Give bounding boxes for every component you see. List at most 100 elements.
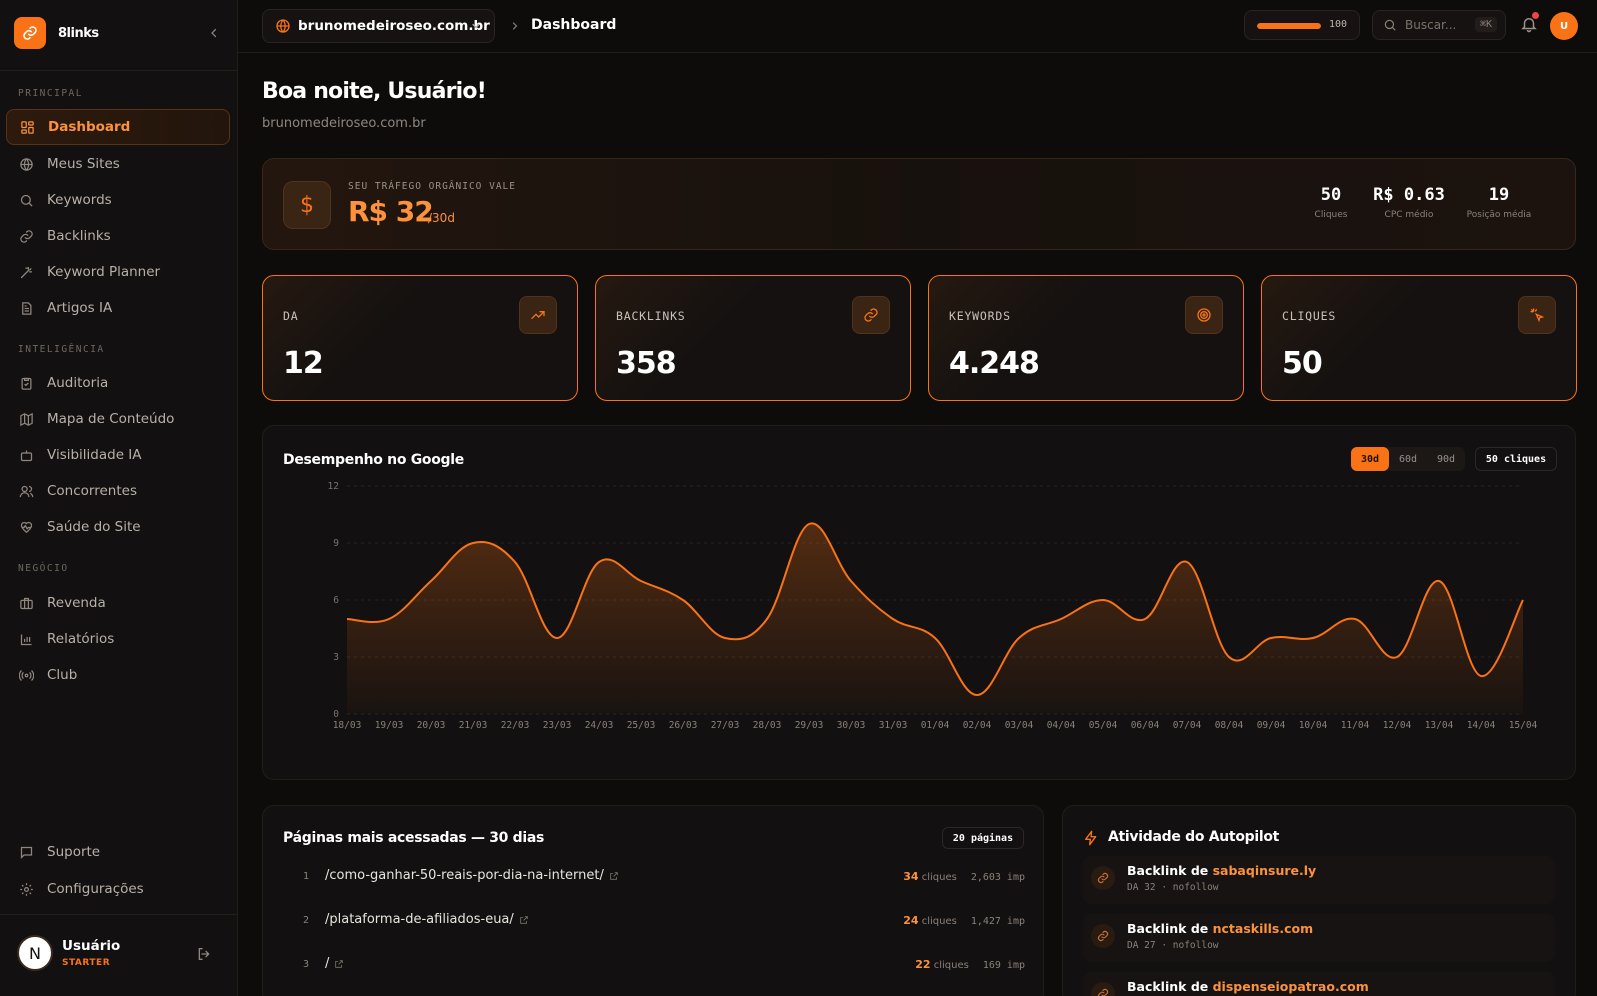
table-row[interactable]: 3 / 22 cliques 169 imp [283,956,1025,976]
sidebar-item-keyword-planner[interactable]: Keyword Planner [6,254,230,290]
sidebar-item-label: Revenda [47,595,106,611]
sidebar-item-auditoria[interactable]: Auditoria [6,365,230,401]
sidebar-item-artigos-ia[interactable]: Artigos IA [6,290,230,326]
metric-card-cliques[interactable]: CLIQUES 50 [1261,275,1577,401]
list-item[interactable]: Backlink de nctaskills.com DA 27 · nofol… [1083,914,1555,962]
sidebar-item-label: Meus Sites [47,156,120,172]
metric-label: CLIQUES [1282,309,1337,323]
stat-label: Posição média [1466,210,1532,220]
range-90d-button[interactable]: 90d [1427,447,1465,471]
sidebar-item-keywords[interactable]: Keywords [6,182,230,218]
search-input[interactable] [1405,18,1471,32]
chevron-down-icon [472,23,480,29]
range-60d-button[interactable]: 60d [1389,447,1427,471]
page-clicks: 24 [903,914,919,927]
activity-prefix: Backlink de [1127,921,1209,936]
list-item[interactable]: Backlink de dispenseiopatrao.com [1083,972,1555,996]
page-path-link[interactable]: / [325,956,344,971]
credits-value: 100 [1329,19,1348,30]
sidebar-item-relatorios[interactable]: Relatórios [6,621,230,657]
list-item[interactable]: Backlink de sabaqinsure.ly DA 32 · nofol… [1083,856,1555,904]
map-icon [18,411,34,427]
page-subtitle: brunomedeiroseo.com.br [262,116,426,131]
page-path-link[interactable]: /plataforma-de-afiliados-eua/ [325,912,529,927]
range-30d-button[interactable]: 30d [1351,447,1389,471]
sidebar-item-dashboard[interactable]: Dashboard [6,109,230,145]
page-rank: 3 [303,959,310,970]
bar-chart-icon [18,631,34,647]
x-tick-label: 04/04 [1047,720,1076,731]
metric-card-keywords[interactable]: KEYWORDS 4.248 [928,275,1244,401]
sidebar-item-mapa-de-conteudo[interactable]: Mapa de Conteúdo [6,401,230,437]
sidebar-item-label: Keyword Planner [47,264,161,280]
top-pages-title: Páginas mais acessadas — 30 dias [283,830,545,846]
nav-section-inteligencia: INTELIGÊNCIA [18,344,105,355]
metric-card-backlinks[interactable]: BACKLINKS 358 [595,275,911,401]
y-tick-label: 12 [328,481,339,492]
sidebar-item-label: Keywords [47,192,112,208]
activity-domain[interactable]: sabaqinsure.ly [1213,863,1317,878]
metric-card-da[interactable]: DA 12 [262,275,578,401]
chevron-left-icon [211,28,217,38]
user-avatar[interactable]: N [17,935,53,971]
page-impressions: 169 imp [982,960,1025,971]
sidebar-item-label: Suporte [47,844,101,860]
y-tick-label: 3 [333,652,339,663]
activity-domain[interactable]: dispenseiopatrao.com [1213,979,1369,994]
x-tick-label: 14/04 [1467,720,1496,731]
x-tick-label: 15/04 [1509,720,1538,731]
page-path: / [325,956,330,971]
sidebar-item-revenda[interactable]: Revenda [6,585,230,621]
page-clicks: 22 [915,958,931,971]
sidebar-item-suporte[interactable]: Suporte [6,834,230,870]
activity-domain[interactable]: nctaskills.com [1213,921,1314,936]
link-icon [852,296,890,334]
collapse-sidebar-button[interactable] [205,24,223,42]
site-selector[interactable]: brunomedeiroseo.com.br [262,9,495,43]
table-row[interactable]: 1 /como-ganhar-50-reais-por-dia-na-inter… [283,868,1025,888]
chevron-right-icon [512,22,518,30]
metric-label: BACKLINKS [616,309,686,323]
sidebar-item-label: Relatórios [47,631,115,647]
users-icon [18,483,34,499]
sidebar-item-backlinks[interactable]: Backlinks [6,218,230,254]
sidebar-item-concorrentes[interactable]: Concorrentes [6,473,230,509]
logout-button[interactable] [196,946,212,962]
search-box[interactable]: ⌘K [1372,10,1506,40]
link-icon [1091,866,1115,890]
brand[interactable]: 8links [14,17,99,49]
external-link-icon [610,871,618,880]
traffic-stat-posicao: 19 Posição média [1463,185,1535,220]
sidebar-item-configuracoes[interactable]: Configurações [6,871,230,907]
sidebar-item-label: Mapa de Conteúdo [47,411,175,427]
search-icon [18,192,34,208]
lightning-icon [1085,830,1097,846]
x-tick-label: 01/04 [921,720,950,731]
page-path-link[interactable]: /como-ganhar-50-reais-por-dia-na-interne… [325,868,619,883]
page-rank: 2 [303,915,310,926]
sidebar-item-visibilidade-ia[interactable]: Visibilidade IA [6,437,230,473]
table-row[interactable]: 2 /plataforma-de-afiliados-eua/ 24 cliqu… [283,912,1025,932]
sidebar-item-saude-do-site[interactable]: Saúde do Site [6,509,230,545]
x-tick-label: 21/03 [459,720,488,731]
sidebar-item-club[interactable]: Club [6,657,230,693]
user-area: N Usuário STARTER [0,914,238,996]
credits-indicator[interactable]: 100 [1244,10,1360,40]
activity-prefix: Backlink de [1127,863,1209,878]
x-tick-label: 03/04 [1005,720,1034,731]
performance-chart: 0 3 6 9 12 18/03 19/03 20/03 21/03 22/03 23/03 24/… [328,481,1538,731]
stat-label: CPC médio [1384,210,1434,220]
x-tick-label: 29/03 [795,720,824,731]
traffic-stat-cliques: 50 Cliques [1309,185,1353,220]
metric-value: 358 [616,346,677,381]
breadcrumb-current: Dashboard [531,17,617,33]
metric-value: 12 [283,346,324,381]
x-tick-label: 05/04 [1089,720,1118,731]
sidebar-item-meus-sites[interactable]: Meus Sites [6,146,230,182]
top-avatar[interactable]: U [1550,12,1578,40]
x-tick-label: 12/04 [1383,720,1412,731]
x-tick-label: 08/04 [1215,720,1244,731]
metric-label: DA [283,309,299,323]
sidebar-item-label: Saúde do Site [47,519,141,535]
message-icon [18,844,34,860]
